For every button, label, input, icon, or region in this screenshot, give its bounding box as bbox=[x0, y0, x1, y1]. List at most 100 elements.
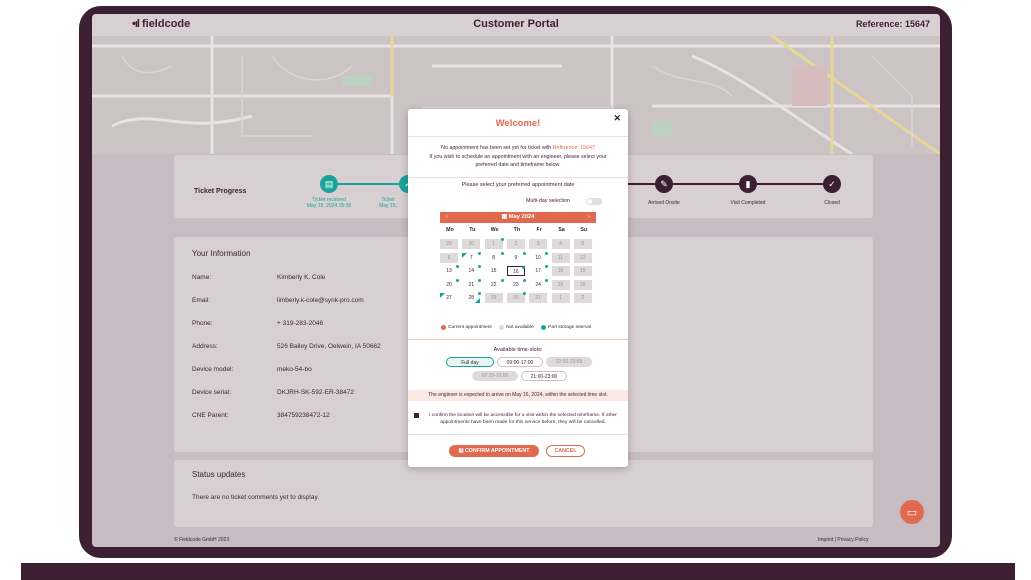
calendar-day[interactable]: 9 bbox=[507, 251, 526, 263]
calendar-day: 4 bbox=[551, 239, 570, 249]
calendar-day: 31 bbox=[529, 293, 548, 303]
divider bbox=[408, 434, 628, 435]
divider bbox=[408, 177, 628, 178]
screen: •ıl fieldcode Customer Portal Reference: … bbox=[92, 14, 940, 547]
status-text: There are no ticket comments yet to disp… bbox=[192, 494, 320, 501]
confirm-text: I confirm the location will be accessibl… bbox=[429, 413, 617, 425]
calendar-day: 12 bbox=[573, 252, 592, 263]
calendar-day: 25 bbox=[551, 279, 570, 290]
calendar-day[interactable]: 20 bbox=[440, 278, 459, 290]
slot-full-day[interactable]: Full day bbox=[446, 357, 494, 367]
weekday-label: Sa bbox=[558, 227, 565, 233]
cancel-button[interactable]: CANCEL bbox=[546, 445, 585, 457]
calendar-day: 29 bbox=[440, 239, 458, 249]
weekday-label: Tu bbox=[469, 227, 476, 233]
welcome-modal: ✕ Welcome! No appointment has been set y… bbox=[408, 109, 628, 467]
calendar-legend: Current appointment Not available Part s… bbox=[441, 325, 597, 332]
info-title: Your Information bbox=[192, 249, 251, 258]
calendar-day: 30 bbox=[506, 292, 526, 303]
ticket-progress-label: Ticket Progress bbox=[194, 188, 247, 195]
confirm-checkbox[interactable] bbox=[414, 413, 419, 418]
calendar-day[interactable]: 21 bbox=[462, 278, 482, 290]
legend-not-available: Not available bbox=[499, 325, 534, 330]
step-label: Ticket received May 15, 2024 15:38 bbox=[306, 197, 352, 209]
calendar-day: 30 bbox=[462, 239, 481, 249]
page-title: Customer Portal bbox=[473, 18, 559, 30]
weekday-label: We bbox=[490, 227, 499, 233]
progress-line-done bbox=[329, 183, 406, 185]
calendar-header: ‹ ▦ May 2024 › bbox=[440, 212, 596, 223]
check-icon: ✓ bbox=[823, 175, 841, 193]
step-label: Visit Completed bbox=[730, 200, 766, 206]
divider bbox=[408, 339, 628, 340]
reference-label: Reference: 15647 bbox=[855, 19, 930, 29]
modal-intro: No appointment has been set yet for tick… bbox=[429, 145, 607, 168]
calendar-day: 2 bbox=[573, 293, 592, 303]
info-row: Phone: + 319-283-2046 bbox=[192, 320, 324, 327]
calendar-day[interactable]: 14 bbox=[462, 265, 482, 276]
weekday-label: Th bbox=[513, 227, 521, 233]
calendar-day: 19 bbox=[573, 266, 592, 276]
calendar-day[interactable]: 10 bbox=[529, 251, 549, 263]
calendar-day: 3 bbox=[529, 239, 548, 249]
multi-day-label: Multi-day selection bbox=[526, 198, 570, 204]
bookmark-icon: ▮ bbox=[739, 175, 757, 193]
modal-title: Welcome! bbox=[495, 118, 541, 129]
slot-0900-1700[interactable]: 09:00-17:00 bbox=[497, 357, 543, 367]
calendar-day: 11 bbox=[551, 252, 570, 263]
info-row: CNE Parent: 384759238472-12 bbox=[192, 412, 330, 419]
info-row: Address: 526 Bailey Drive, Oelwein, IA 50… bbox=[192, 343, 381, 350]
calendar-day[interactable]: 8 bbox=[485, 251, 504, 263]
multi-day-toggle[interactable] bbox=[586, 198, 602, 205]
calendar-day[interactable]: 24 bbox=[529, 278, 549, 290]
divider bbox=[408, 136, 628, 137]
info-row: Name: Kimberly K. Cole bbox=[192, 274, 326, 281]
weekday-label: Fr bbox=[536, 227, 542, 233]
calendar-day[interactable]: 17 bbox=[529, 265, 549, 276]
info-row: Email: limberly.k-cole@synk-pro.com bbox=[192, 297, 364, 304]
calendar-day[interactable]: 15 bbox=[485, 266, 503, 276]
calendar-day: 2 bbox=[506, 239, 525, 249]
chat-icon: ▭ bbox=[906, 506, 918, 519]
calendar-day[interactable]: 7 bbox=[462, 251, 482, 263]
slot-0720-1000: 07:20-10:00 bbox=[472, 371, 518, 381]
calendar-day[interactable]: 22 bbox=[485, 278, 504, 290]
select-date-prompt: Please select your preferred appointment… bbox=[461, 182, 575, 188]
calendar-day[interactable]: 23 bbox=[507, 278, 526, 290]
step-ticket-received-icon: ▤ bbox=[320, 175, 338, 193]
calendar-day[interactable]: 27 bbox=[440, 293, 458, 303]
legend-current: Current appointment bbox=[441, 325, 492, 330]
slot-2200-2359: 22:00-23:59 bbox=[546, 357, 592, 367]
calendar-day: 29 bbox=[484, 293, 503, 303]
weekday-label: Su bbox=[580, 227, 588, 233]
top-bar: •ıl fieldcode Customer Portal Reference: … bbox=[92, 14, 940, 36]
status-title: Status updates bbox=[192, 470, 246, 479]
calendar-day: 5 bbox=[573, 239, 592, 249]
wrench-icon: ✎ bbox=[655, 175, 673, 193]
slot-2100-2300[interactable]: 21:00-23:00 bbox=[521, 371, 567, 381]
info-row: Device model: meko-54-bo bbox=[192, 366, 312, 373]
calendar-day: 1 bbox=[484, 238, 504, 249]
calendar-day: 6 bbox=[440, 252, 458, 263]
chat-button[interactable]: ▭ bbox=[900, 500, 924, 524]
info-row: Device serial: DKJRH-SK-592-ER-38472 bbox=[192, 389, 354, 396]
calendar-day[interactable]: 13 bbox=[440, 265, 459, 276]
status-updates-card: Status updates There are no ticket comme… bbox=[174, 460, 873, 527]
laptop-base bbox=[21, 563, 1015, 580]
copyright: © Fieldcode GmbH 2023 bbox=[174, 537, 230, 543]
calendar-day[interactable]: 16 bbox=[506, 266, 525, 276]
next-month-icon[interactable]: › bbox=[588, 214, 590, 220]
slots-title: Available time-slots: bbox=[493, 347, 543, 353]
footer-links[interactable]: Imprint | Privacy Policy bbox=[818, 537, 868, 543]
arrival-notice: The engineer is expected to arrive on Ma… bbox=[408, 390, 628, 401]
calendar-day: 1 bbox=[551, 293, 570, 303]
weekday-label: Mo bbox=[446, 227, 454, 233]
step-label: Arrived Onsite bbox=[648, 200, 680, 206]
confirm-appointment-button[interactable]: ▤ CONFIRM APPOINTMENT bbox=[449, 445, 539, 457]
step-label: Closed bbox=[824, 200, 840, 206]
step-label: Ticket May 15, bbox=[379, 197, 397, 209]
calendar-day: 26 bbox=[573, 279, 592, 290]
calendar-month: ▦ May 2024 bbox=[501, 214, 535, 220]
calendar-day[interactable]: 28 bbox=[462, 292, 482, 303]
legend-part-storage: Part storage interval bbox=[541, 325, 591, 330]
